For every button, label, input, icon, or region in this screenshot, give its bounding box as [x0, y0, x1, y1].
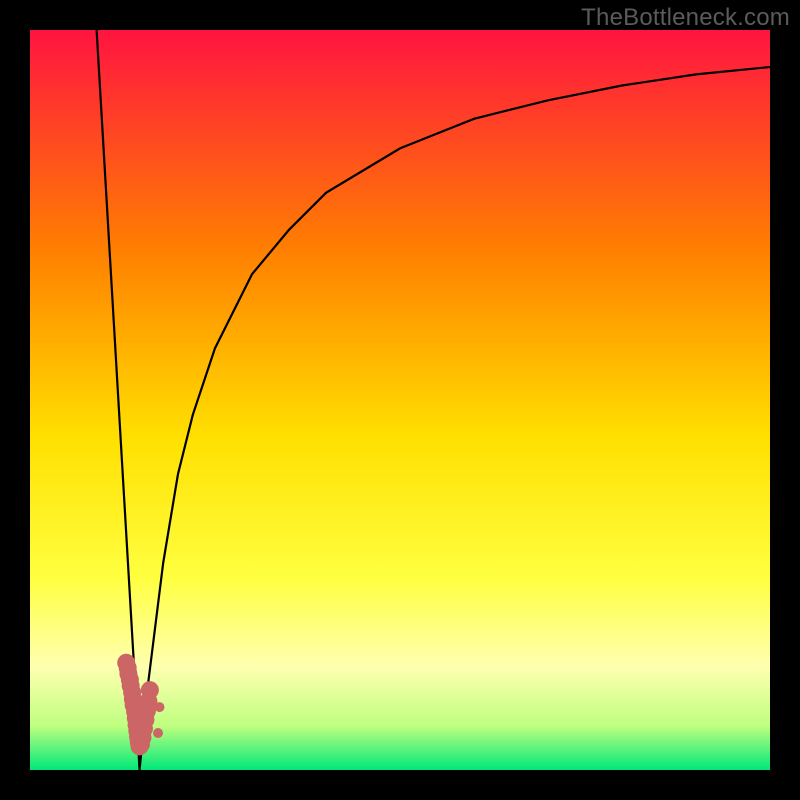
watermark-label: TheBottleneck.com: [581, 4, 790, 32]
dot: [153, 728, 163, 738]
chart-container: TheBottleneck.com: [0, 0, 800, 800]
dot: [141, 681, 159, 699]
gradient-background: [30, 30, 770, 770]
dot: [155, 702, 165, 712]
bottleneck-chart: [30, 30, 770, 770]
